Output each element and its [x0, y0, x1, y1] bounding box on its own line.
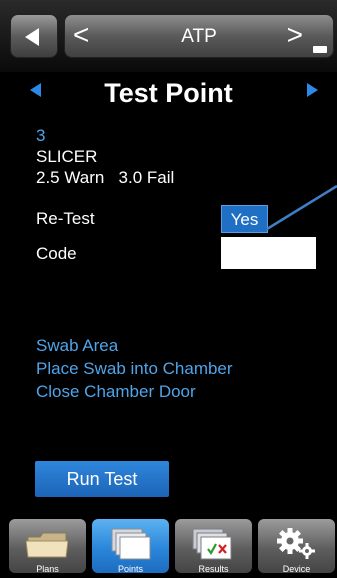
- folder-icon: [26, 532, 68, 558]
- instruction-line: Close Chamber Door: [36, 382, 196, 401]
- tab-plans[interactable]: Plans: [9, 519, 86, 574]
- instruction-line: Swab Area: [36, 336, 119, 355]
- run-test-button[interactable]: Run Test: [35, 461, 169, 497]
- tab-label: Device: [282, 564, 311, 574]
- tab-bar: Plans Points Results Device: [0, 515, 337, 578]
- tab-points[interactable]: Points: [92, 519, 169, 574]
- tab-label: Plans: [36, 564, 59, 574]
- tab-results[interactable]: Results: [175, 519, 252, 574]
- results-icon: [192, 528, 232, 560]
- instruction-line: Place Swab into Chamber: [36, 359, 233, 378]
- tab-device[interactable]: Device: [258, 519, 335, 574]
- tab-label: Results: [198, 564, 229, 574]
- gear-icon: [277, 528, 315, 559]
- pages-icon: [111, 528, 151, 560]
- tab-label: Points: [117, 564, 143, 574]
